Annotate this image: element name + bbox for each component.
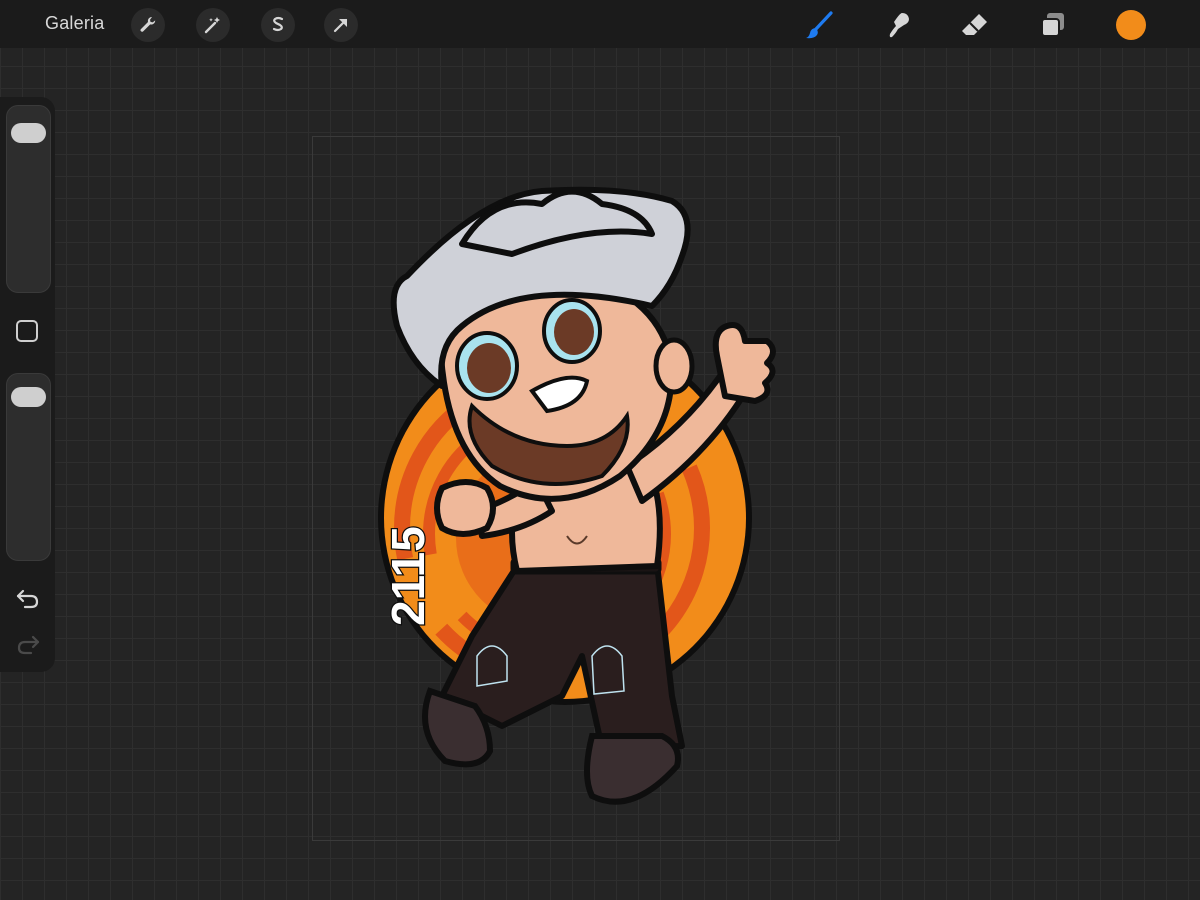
opacity-slider[interactable] bbox=[6, 373, 51, 561]
smudge-icon[interactable] bbox=[881, 8, 915, 42]
modify-button[interactable] bbox=[16, 320, 38, 342]
left-sidebar bbox=[0, 97, 55, 672]
color-picker-swatch[interactable] bbox=[1116, 10, 1146, 40]
undo-icon[interactable] bbox=[15, 587, 41, 609]
artwork-illustration: 2115 bbox=[378, 186, 776, 805]
badge-number: 2115 bbox=[382, 526, 434, 626]
wrench-icon[interactable] bbox=[131, 8, 165, 42]
gallery-button[interactable]: Galeria bbox=[45, 13, 104, 34]
brush-size-slider[interactable] bbox=[6, 105, 51, 293]
opacity-slider-thumb[interactable] bbox=[11, 387, 46, 408]
layers-icon[interactable] bbox=[1036, 8, 1070, 42]
brush-size-slider-thumb[interactable] bbox=[11, 122, 46, 143]
brush-icon[interactable] bbox=[803, 8, 837, 42]
top-toolbar: Galeria bbox=[0, 0, 1200, 48]
selection-icon[interactable] bbox=[261, 8, 295, 42]
transform-arrow-icon[interactable] bbox=[324, 8, 358, 42]
redo-icon[interactable] bbox=[15, 633, 41, 655]
eraser-icon[interactable] bbox=[958, 8, 992, 42]
magic-wand-icon[interactable] bbox=[196, 8, 230, 42]
